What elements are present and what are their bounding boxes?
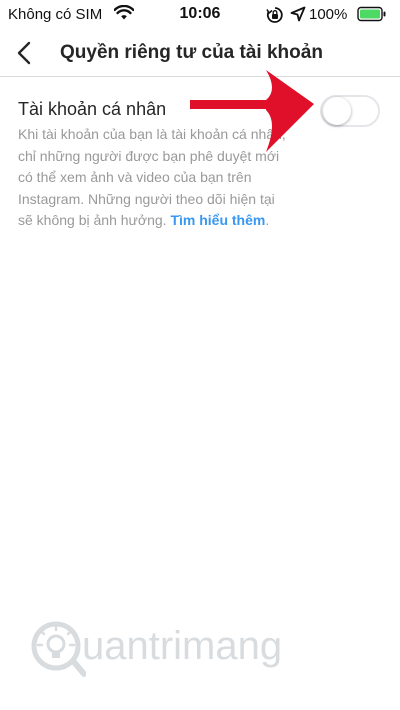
status-bar: Không có SIM 10:06 100%: [0, 0, 400, 30]
instagram-privacy-screen: Không có SIM 10:06 100% Quyền riêng tư c…: [0, 0, 400, 710]
battery-icon: [357, 6, 387, 27]
description-period: .: [265, 212, 270, 228]
private-account-label: Tài khoản cá nhân: [18, 99, 167, 119]
quantrimang-watermark: uantrimang: [30, 612, 370, 692]
page-title: Quyền riêng tư của tài khoản: [60, 42, 323, 63]
lightbulb-logo-icon: [31, 621, 86, 677]
chevron-left-icon: [17, 41, 31, 65]
watermark-text: uantrimang: [82, 624, 283, 668]
location-arrow-icon: [290, 6, 306, 27]
learn-more-link[interactable]: Tìm hiểu thêm: [170, 212, 265, 228]
battery-percentage: 100%: [309, 6, 348, 23]
red-arrow-annotation: [190, 70, 314, 152]
back-button[interactable]: [10, 36, 40, 70]
rotation-lock-icon: [266, 6, 284, 29]
